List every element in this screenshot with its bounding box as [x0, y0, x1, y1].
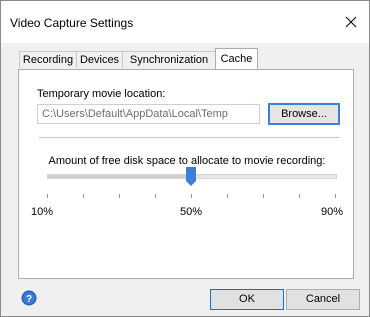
browse-button[interactable]: Browse...	[268, 103, 340, 125]
close-icon	[345, 16, 357, 28]
slider-tick	[227, 194, 228, 198]
title-bar: Video Capture Settings	[1, 1, 369, 43]
disk-space-label: Amount of free disk space to allocate to…	[48, 155, 326, 167]
temp-location-input[interactable]: C:\Users\Default\AppData\Local\Temp	[37, 104, 260, 124]
cache-panel: Temporary movie location: C:\Users\Defau…	[18, 69, 354, 279]
slider-thumb[interactable]	[186, 167, 196, 186]
cancel-button[interactable]: Cancel	[286, 289, 360, 310]
svg-text:?: ?	[26, 294, 32, 305]
tab-synchronization[interactable]: Synchronization	[122, 51, 216, 68]
slider-tick	[83, 194, 84, 198]
slider-fill	[48, 175, 192, 178]
window-title: Video Capture Settings	[10, 16, 134, 30]
tab-devices[interactable]: Devices	[76, 51, 123, 68]
tab-cache[interactable]: Cache	[215, 48, 258, 69]
slider-tick	[155, 194, 156, 198]
ok-button[interactable]: OK	[210, 289, 284, 310]
slider-tick	[299, 194, 300, 198]
dialog-window: Video Capture Settings Recording Devices…	[0, 0, 370, 317]
temp-location-label: Temporary movie location:	[37, 88, 166, 100]
slider-mid-label: 50%	[180, 206, 203, 218]
slider-tick	[263, 194, 264, 198]
help-icon[interactable]: ?	[21, 290, 37, 306]
slider-max-label: 90%	[321, 206, 344, 218]
slider-tick	[119, 194, 120, 198]
tab-recording[interactable]: Recording	[19, 51, 77, 68]
divider	[39, 137, 340, 138]
slider-min-label: 10%	[31, 206, 54, 218]
slider-tick	[191, 194, 192, 198]
slider-tick	[47, 194, 48, 198]
close-button[interactable]	[339, 10, 363, 34]
slider-tick	[335, 194, 336, 198]
